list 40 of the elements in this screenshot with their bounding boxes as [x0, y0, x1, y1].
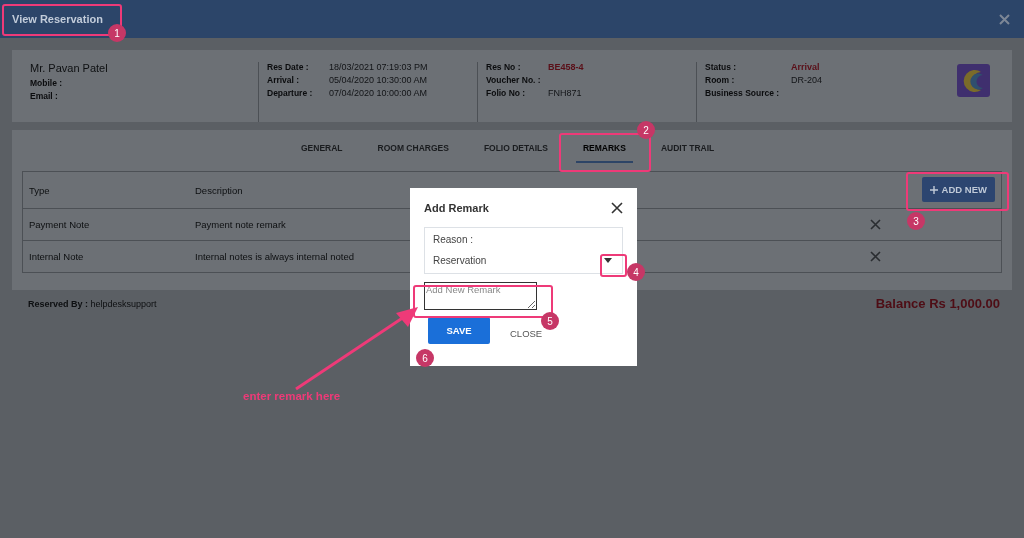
field-label: Mobile : — [30, 78, 63, 88]
field-label: Voucher No. : — [486, 75, 542, 85]
field-label: Folio No : — [486, 88, 527, 98]
reason-select[interactable]: Reason : Reservation — [424, 227, 623, 274]
table-cell-text: Payment Note — [29, 219, 91, 230]
column-header: Description — [195, 184, 243, 196]
field-label: Room : — [705, 75, 736, 85]
dialog-title: Add Remark — [424, 202, 489, 214]
guest-name: Mr. Pavan Patel — [30, 62, 109, 74]
field-label: Res No : — [486, 62, 522, 72]
field-label: Arrival : — [267, 75, 301, 85]
save-button[interactable]: SAVE — [428, 317, 490, 344]
tab[interactable]: AUDIT TRAIL — [653, 136, 722, 163]
tab[interactable]: GENERAL — [294, 136, 350, 163]
field-value: 18/03/2021 07:19:03 PM — [329, 62, 428, 72]
field-value: Arrival — [791, 62, 820, 72]
tab[interactable]: FOLIO DETAILS — [476, 136, 555, 163]
step-number-badge: 1 — [108, 24, 126, 42]
reserved-by-text: Reserved By : helpdesksupport — [28, 298, 157, 309]
add-new-button[interactable]: ADD NEW — [921, 177, 995, 202]
table-cell: Payment note remark — [195, 219, 286, 230]
table-cell-text: Internal Note — [29, 251, 85, 262]
tab[interactable]: REMARKS — [575, 136, 633, 163]
field-label: Res Date : — [267, 62, 310, 72]
field-value: BE458-4 — [548, 62, 584, 72]
field-value: 07/04/2020 10:00:00 AM — [329, 88, 428, 98]
table-cell: Internal notes is always internal noted — [195, 251, 354, 262]
balance-amount: Balance Rs 1,000.00 — [875, 296, 1000, 311]
window-title: View Reservation — [12, 13, 103, 25]
field-label: Business Source : — [705, 88, 781, 98]
field-value: DR-204 — [791, 75, 822, 85]
field-label: Email : — [30, 91, 58, 101]
annotation-text: enter remark here — [243, 390, 341, 402]
close-button[interactable]: CLOSE — [510, 328, 543, 339]
field-value: 05/04/2020 10:30:00 AM — [329, 75, 428, 85]
field-value: FNH871 — [548, 88, 582, 98]
field-label: Departure : — [267, 88, 314, 98]
tab[interactable]: ROOM CHARGES — [370, 136, 456, 163]
field-label: Status : — [705, 62, 738, 72]
column-header: Type — [29, 184, 51, 196]
